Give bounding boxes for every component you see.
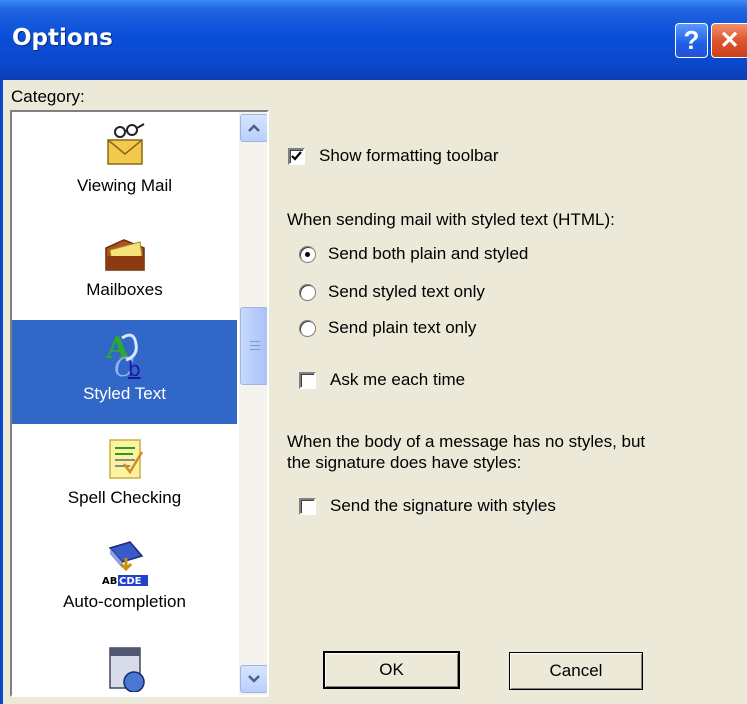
category-item-label: Styled Text xyxy=(83,384,166,403)
ok-button[interactable]: OK xyxy=(323,651,460,689)
category-item-mailboxes[interactable]: Mailboxes xyxy=(12,216,237,320)
scroll-thumb[interactable] xyxy=(240,307,267,385)
radio-circle[interactable] xyxy=(299,283,316,301)
category-item-label: Mailboxes xyxy=(86,280,163,299)
category-item-spell-checking[interactable]: Spell Checking xyxy=(12,424,237,528)
chevron-up-icon xyxy=(248,124,260,132)
category-item-label: Spell Checking xyxy=(67,488,182,507)
cancel-button[interactable]: Cancel xyxy=(509,652,643,690)
category-item-label: Viewing Mail xyxy=(76,176,173,195)
title-bar[interactable]: Options ? ✕ xyxy=(0,0,747,80)
radio-label: Send both plain and styled xyxy=(328,244,529,263)
show-formatting-toolbar-checkbox[interactable]: Show formatting toolbar xyxy=(288,146,499,166)
spell-checking-icon xyxy=(108,439,143,479)
svg-text:b: b xyxy=(128,357,141,380)
help-button[interactable]: ? xyxy=(675,23,708,58)
category-item-partial[interactable] xyxy=(12,632,237,695)
help-icon: ? xyxy=(683,25,700,55)
svg-text:CDE: CDE xyxy=(119,576,142,587)
window-frame xyxy=(0,80,3,704)
category-item-viewing-mail[interactable]: Viewing Mail xyxy=(12,112,237,216)
calendar-clock-icon xyxy=(108,647,145,692)
radio-circle[interactable] xyxy=(299,245,316,263)
window-title: Options xyxy=(12,25,113,51)
auto-completion-icon: AB CDE xyxy=(102,541,148,587)
checkbox-box[interactable] xyxy=(288,147,305,165)
radio-label: Send styled text only xyxy=(328,282,485,301)
radio-send-styled-only[interactable]: Send styled text only xyxy=(299,282,485,302)
category-scrollbar[interactable] xyxy=(239,112,267,695)
category-list[interactable]: Viewing Mail Mailboxes A C b Styled Text xyxy=(10,110,269,697)
chevron-down-icon xyxy=(248,675,260,683)
close-icon: ✕ xyxy=(719,27,740,54)
category-item-styled-text[interactable]: A C b Styled Text xyxy=(12,320,237,424)
scroll-up-button[interactable] xyxy=(240,114,267,142)
checkbox-label: Send the signature with styles xyxy=(330,496,556,515)
mailboxes-icon xyxy=(104,239,145,271)
scroll-down-button[interactable] xyxy=(240,665,267,693)
checkmark-icon xyxy=(291,150,302,161)
signature-prompt-line1: When the body of a message has no styles… xyxy=(287,432,646,451)
viewing-mail-icon xyxy=(106,123,144,165)
signature-prompt-line2: the signature does have styles: xyxy=(287,453,522,472)
radio-circle[interactable] xyxy=(299,319,316,337)
category-item-auto-completion[interactable]: AB CDE Auto-completion xyxy=(12,528,237,632)
send-signature-styles-checkbox[interactable]: Send the signature with styles xyxy=(299,496,556,516)
styled-text-icon: A C b xyxy=(105,331,141,380)
ask-each-time-checkbox[interactable]: Ask me each time xyxy=(299,370,465,390)
radio-send-plain-only[interactable]: Send plain text only xyxy=(299,318,476,338)
category-label: Category: xyxy=(11,87,85,106)
radio-label: Send plain text only xyxy=(328,318,477,337)
category-item-label: Auto-completion xyxy=(63,592,186,611)
radio-send-both[interactable]: Send both plain and styled xyxy=(299,244,528,264)
html-send-prompt: When sending mail with styled text (HTML… xyxy=(287,210,615,229)
svg-text:AB: AB xyxy=(102,576,117,587)
checkbox-box[interactable] xyxy=(299,371,316,389)
checkbox-label: Ask me each time xyxy=(330,370,466,389)
checkbox-label: Show formatting toolbar xyxy=(319,146,499,165)
checkbox-box[interactable] xyxy=(299,497,316,515)
close-button[interactable]: ✕ xyxy=(711,23,747,58)
